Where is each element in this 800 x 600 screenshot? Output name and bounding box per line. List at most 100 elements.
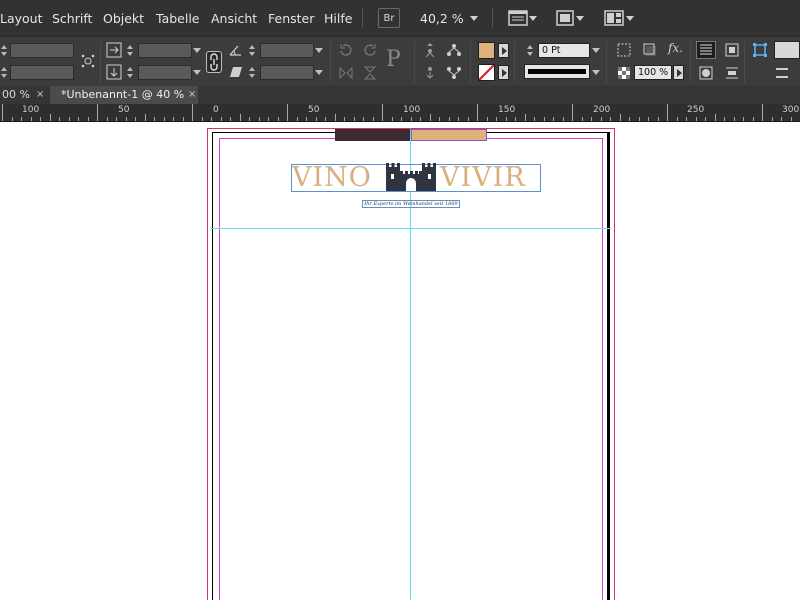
rotate-dropdown-icon[interactable] xyxy=(314,43,324,58)
opacity-icon xyxy=(616,65,632,81)
tab-previous-document[interactable]: 00 % × xyxy=(0,86,48,104)
width-stepper[interactable] xyxy=(126,43,134,58)
logo-text-left: VINO xyxy=(292,162,372,193)
ruler-tick xyxy=(239,114,241,121)
ruler-tick xyxy=(163,117,165,121)
stroke-options-icon[interactable] xyxy=(616,42,632,58)
ruler-tick xyxy=(714,114,716,121)
ruler-tick xyxy=(277,117,279,121)
ruler-tick xyxy=(78,117,79,121)
ruler-tick xyxy=(306,117,307,121)
document-tab-bar: 00 % × *Unbenannt-1 @ 40 % × xyxy=(0,86,800,104)
close-icon[interactable]: × xyxy=(36,86,44,104)
menu-ansicht[interactable]: Ansicht xyxy=(211,11,257,26)
width-dropdown-icon[interactable] xyxy=(192,43,202,58)
select-previous-object-icon[interactable] xyxy=(446,42,462,58)
rotate-90-cw-icon[interactable] xyxy=(338,42,354,58)
screen-mode-icon[interactable] xyxy=(556,10,574,29)
bridge-button[interactable]: Br xyxy=(378,8,400,28)
horizontal-guide[interactable] xyxy=(211,228,611,229)
menu-objekt[interactable]: Objekt xyxy=(103,11,144,26)
ruler-tick xyxy=(220,117,222,121)
ruler-tick xyxy=(68,117,70,121)
stroke-menu-button[interactable] xyxy=(498,65,509,80)
tagline-text: Ihr Experte im Weinhandel seit 1869 xyxy=(364,201,458,207)
ruler-tick xyxy=(676,117,678,121)
rotate-90-ccw-icon[interactable] xyxy=(362,42,378,58)
tab-label: *Unbenannt-1 @ 40 % xyxy=(61,88,185,101)
menu-hilfe[interactable]: Hilfe xyxy=(324,11,352,26)
color-bar-dark[interactable] xyxy=(335,129,411,141)
stroke-type-field[interactable] xyxy=(524,64,590,79)
x-position-field[interactable] xyxy=(10,43,74,58)
fitting-options-icon[interactable] xyxy=(774,65,790,81)
ruler-tick xyxy=(477,104,478,121)
stroke-weight-field[interactable]: 0 Pt xyxy=(538,43,590,58)
ruler-tick xyxy=(230,117,231,121)
text-frame-options-button[interactable] xyxy=(774,41,800,59)
select-next-object-icon[interactable] xyxy=(446,65,462,81)
menu-schrift[interactable]: Schrift xyxy=(52,11,92,26)
ruler-tick xyxy=(325,117,326,121)
zoom-dropdown-icon[interactable] xyxy=(470,16,478,21)
arrange-documents-dropdown-icon[interactable] xyxy=(626,16,634,21)
opacity-field[interactable]: 100 % xyxy=(634,65,672,80)
ruler-tick xyxy=(11,117,13,121)
stroke-swatch[interactable] xyxy=(478,64,495,81)
fill-menu-button[interactable] xyxy=(498,43,509,58)
menu-tabelle[interactable]: Tabelle xyxy=(156,11,200,26)
no-text-wrap-button[interactable] xyxy=(696,41,716,59)
screen-mode-dropdown-icon[interactable] xyxy=(576,16,584,21)
constrain-proportions-icon[interactable] xyxy=(206,51,222,73)
ruler-tick xyxy=(524,114,526,121)
stroke-weight-stepper[interactable] xyxy=(526,43,534,58)
auto-fit-icon[interactable] xyxy=(752,42,768,58)
ruler-tick xyxy=(752,117,754,121)
zoom-level[interactable]: 40,2 % xyxy=(420,11,464,26)
ruler-tick xyxy=(344,117,345,121)
horizontal-ruler[interactable]: 100 50 0 50 100 150 200 250 300 xyxy=(0,104,800,122)
height-field[interactable] xyxy=(138,65,192,80)
color-bar-gold[interactable] xyxy=(411,129,487,141)
ruler-tick xyxy=(401,117,402,121)
height-stepper[interactable] xyxy=(126,65,134,80)
ruler-tick xyxy=(211,117,212,121)
y-position-stepper[interactable] xyxy=(0,65,8,80)
flip-vertical-icon[interactable] xyxy=(362,65,378,81)
document-canvas[interactable]: VINO VIVIR Ihr Experte im Weinhandel sei… xyxy=(0,122,800,600)
select-content-icon[interactable] xyxy=(422,65,438,81)
opacity-menu-button[interactable] xyxy=(673,65,684,80)
close-icon[interactable]: × xyxy=(188,86,196,104)
menu-layout[interactable]: Layout xyxy=(0,11,43,26)
tab-unbenannt-1[interactable]: *Unbenannt-1 @ 40 % × xyxy=(50,86,198,104)
fill-swatch[interactable] xyxy=(478,42,495,59)
shear-field[interactable] xyxy=(260,65,314,80)
wrap-around-object-shape-icon[interactable] xyxy=(698,65,714,81)
jump-object-icon[interactable] xyxy=(724,65,740,81)
x-position-stepper[interactable] xyxy=(0,43,8,58)
ruler-tick xyxy=(182,117,184,121)
ruler-tick xyxy=(363,117,364,121)
width-field[interactable] xyxy=(138,43,192,58)
shear-dropdown-icon[interactable] xyxy=(314,65,324,80)
height-dropdown-icon[interactable] xyxy=(192,65,202,80)
stroke-weight-dropdown-icon[interactable] xyxy=(591,43,601,58)
flip-horizontal-icon[interactable] xyxy=(338,65,354,81)
view-options-icon[interactable] xyxy=(508,10,528,29)
reference-point-icon[interactable] xyxy=(80,53,96,69)
y-position-field[interactable] xyxy=(10,65,74,80)
stroke-type-dropdown-icon[interactable] xyxy=(591,65,601,80)
arrange-documents-icon[interactable] xyxy=(604,10,624,29)
ruler-tick xyxy=(781,117,782,121)
rotate-stepper[interactable] xyxy=(248,43,256,58)
effects-icon[interactable]: fx. xyxy=(668,41,683,55)
view-options-dropdown-icon[interactable] xyxy=(529,16,537,21)
wrap-around-bounding-box-icon[interactable] xyxy=(724,42,740,58)
shear-stepper[interactable] xyxy=(248,65,256,80)
menu-separator xyxy=(492,8,493,28)
ruler-tick xyxy=(40,117,41,121)
drop-shadow-icon[interactable] xyxy=(642,42,658,58)
rotate-field[interactable] xyxy=(260,43,314,58)
select-container-icon[interactable] xyxy=(422,42,438,58)
menu-fenster[interactable]: Fenster xyxy=(268,11,314,26)
